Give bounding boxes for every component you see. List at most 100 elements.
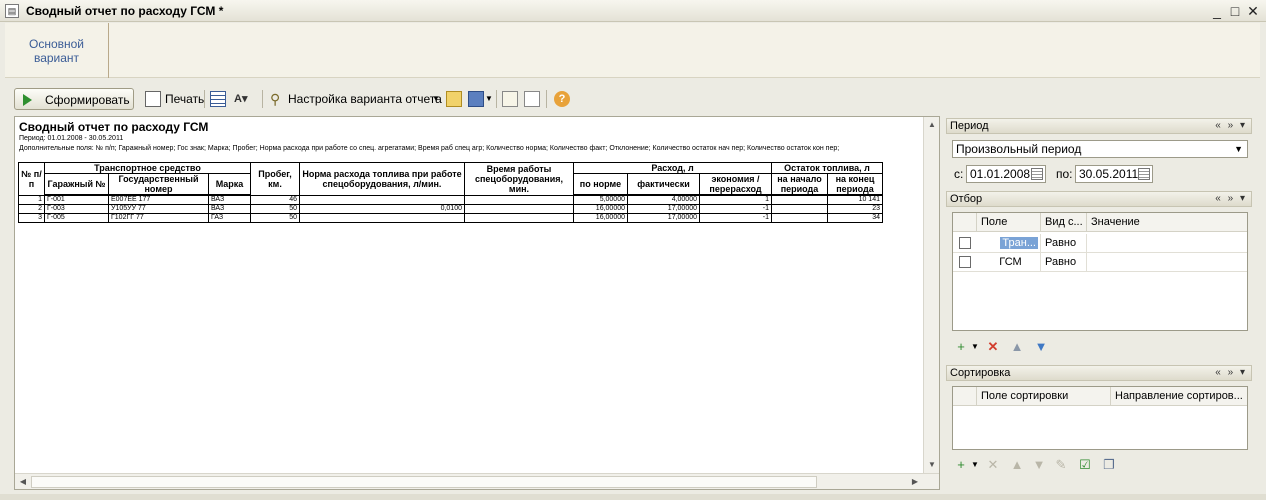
sort-grid[interactable]: Поле сортировки Направление сортиров... [952, 386, 1248, 450]
scroll-left-icon[interactable]: ◀ [15, 474, 31, 489]
font-icon[interactable]: A▾ [234, 91, 250, 107]
move-down-icon[interactable]: ▼ [1030, 456, 1048, 474]
horizontal-scrollbar[interactable]: ◀ ▶ [15, 473, 939, 489]
cell-end: 34 [827, 213, 883, 223]
report-toolbar: Сформировать Печать A▾ ⚲ Настройка вариа… [12, 88, 942, 112]
filter-value-cell[interactable] [1087, 253, 1247, 272]
report-sheet[interactable]: Сводный отчет по расходу ГСМ Период: 01.… [14, 116, 940, 490]
filter-section-header[interactable]: Отбор « » ▾ [946, 191, 1252, 207]
filter-field-cell[interactable]: Тран... [977, 234, 1041, 253]
vertical-scrollbar[interactable]: ▲ ▼ [923, 117, 939, 473]
panel-controls-icon[interactable]: « » ▾ [1215, 366, 1247, 380]
chevron-down-icon[interactable]: ▼ [966, 456, 984, 474]
cell-garage: Г-003 [44, 204, 109, 214]
settings-panel-icon[interactable] [524, 91, 540, 107]
filter-value-cell[interactable] [1087, 234, 1247, 253]
toolbar-separator [496, 90, 497, 108]
cell-mileage: 46 [250, 194, 300, 205]
filter-checkbox[interactable] [959, 256, 971, 268]
report-app-icon: ▤ [5, 4, 19, 18]
help-icon[interactable]: ? [554, 91, 570, 107]
table-row[interactable]: 2 Г-003 У105УУ 77 ВАЗ 50 0,0100 16,00000… [18, 204, 883, 214]
table-view-icon[interactable] [210, 91, 226, 107]
filter-row[interactable]: Тран... Равно [953, 234, 1247, 253]
move-up-icon[interactable]: ▲ [1008, 338, 1026, 356]
col-start: на начало периода [771, 173, 828, 196]
generate-button[interactable]: Сформировать [14, 88, 134, 110]
cell-economy: -1 [699, 213, 772, 223]
col-num: № п/п [18, 162, 45, 196]
generate-button-label: Сформировать [45, 93, 130, 107]
sort-col-field[interactable]: Поле сортировки [977, 387, 1111, 406]
sort-col-direction[interactable]: Направление сортиров... [1111, 387, 1247, 406]
col-plate: Государственный номер [108, 173, 209, 196]
print-button[interactable]: Печать [165, 88, 204, 110]
panel-controls-icon[interactable]: « » ▾ [1215, 192, 1247, 206]
filter-checkbox[interactable] [959, 237, 971, 249]
period-section-header[interactable]: Период « » ▾ [946, 118, 1252, 134]
delete-icon[interactable]: ✕ [984, 338, 1002, 356]
chevron-down-icon[interactable]: ▼ [432, 88, 440, 110]
period-to-field[interactable]: 30.05.2011 [1075, 165, 1153, 183]
col-end: на конец периода [827, 173, 883, 196]
move-down-icon[interactable]: ▼ [1032, 338, 1050, 356]
col-consumption: Расход, л [573, 162, 772, 174]
table-row[interactable]: 3 Г-005 Г102ГГ 77 ГАЗ 50 16,00000 17,000… [18, 213, 883, 223]
filter-title: Отбор [950, 193, 983, 205]
cell-actual: 17,00000 [627, 213, 700, 223]
save-icon[interactable] [468, 91, 484, 107]
calendar-icon[interactable] [1138, 168, 1150, 180]
cell-mileage: 50 [250, 204, 300, 214]
col-mileage: Пробег, км. [250, 162, 300, 196]
period-type-value: Произвольный период [956, 142, 1082, 156]
filter-col-field[interactable]: Поле [977, 213, 1041, 232]
filter-row[interactable]: ГСМ Равно [953, 253, 1247, 272]
scroll-right-icon[interactable]: ▶ [907, 474, 923, 489]
chevron-down-icon: ▼ [1234, 144, 1243, 154]
check-all-icon[interactable]: ☑ [1076, 456, 1094, 474]
move-up-icon[interactable]: ▲ [1008, 456, 1026, 474]
cell-norm: 0,0100 [299, 204, 465, 214]
toolbar-separator [204, 90, 205, 108]
period-from-field[interactable]: 01.01.2008 [966, 165, 1046, 183]
chevron-down-icon[interactable]: ▼ [485, 88, 493, 110]
minimize-button[interactable]: _ [1208, 2, 1226, 20]
col-worktime: Время работы спецоборудования, мин. [464, 162, 574, 196]
scroll-down-icon[interactable]: ▼ [924, 457, 939, 473]
status-bar [0, 494, 1266, 500]
panel-controls-icon[interactable]: « » ▾ [1215, 119, 1247, 133]
printer-icon[interactable] [145, 91, 161, 107]
edit-icon[interactable]: ✎ [1052, 456, 1070, 474]
close-button[interactable]: ✕ [1244, 2, 1262, 20]
filter-col-kind[interactable]: Вид с... [1041, 213, 1087, 232]
filter-kind-cell[interactable]: Равно [1041, 253, 1087, 272]
settings-button[interactable]: Настройка варианта отчета [288, 88, 442, 110]
variant-strip: Основной вариант [5, 23, 1260, 78]
sort-section-header[interactable]: Сортировка « » ▾ [946, 365, 1252, 381]
variant-tab-main[interactable]: Основной вариант [5, 23, 109, 78]
scroll-up-icon[interactable]: ▲ [924, 117, 939, 133]
cell-num: 2 [18, 204, 45, 214]
delete-icon[interactable]: ✕ [984, 456, 1002, 474]
scroll-thumb[interactable] [31, 476, 817, 488]
maximize-button[interactable]: □ [1226, 2, 1244, 20]
uncheck-all-icon[interactable]: ❐ [1100, 456, 1118, 474]
chevron-down-icon[interactable]: ▼ [966, 338, 984, 356]
period-type-select[interactable]: Произвольный период ▼ [952, 140, 1248, 158]
cell-mileage: 50 [250, 213, 300, 223]
sort-grid-toolbar: + ▼ ✕ ▲ ▼ ✎ ☑ ❐ [952, 456, 1122, 474]
cell-end: 10 141 [827, 194, 883, 205]
filter-field-cell[interactable]: ГСМ [977, 253, 1041, 272]
window-title: Сводный отчет по расходу ГСМ * [26, 4, 224, 18]
table-row[interactable]: 1 Г-001 Е007ЕЕ 177 ВАЗ 46 5,00000 4,0000… [18, 194, 883, 205]
filter-col-value[interactable]: Значение [1087, 213, 1247, 232]
cell-worktime [464, 194, 574, 205]
header-toggle-icon[interactable] [502, 91, 518, 107]
open-folder-icon[interactable] [446, 91, 462, 107]
cell-by-norm: 16,00000 [573, 213, 628, 223]
filter-grid[interactable]: Поле Вид с... Значение Тран... Равно ГСМ… [952, 212, 1248, 331]
filter-kind-cell[interactable]: Равно [1041, 234, 1087, 253]
calendar-icon[interactable] [1031, 168, 1043, 180]
report-title: Сводный отчет по расходу ГСМ [19, 120, 209, 134]
report-period: Период: 01.01.2008 - 30.05.2011 [19, 135, 124, 142]
